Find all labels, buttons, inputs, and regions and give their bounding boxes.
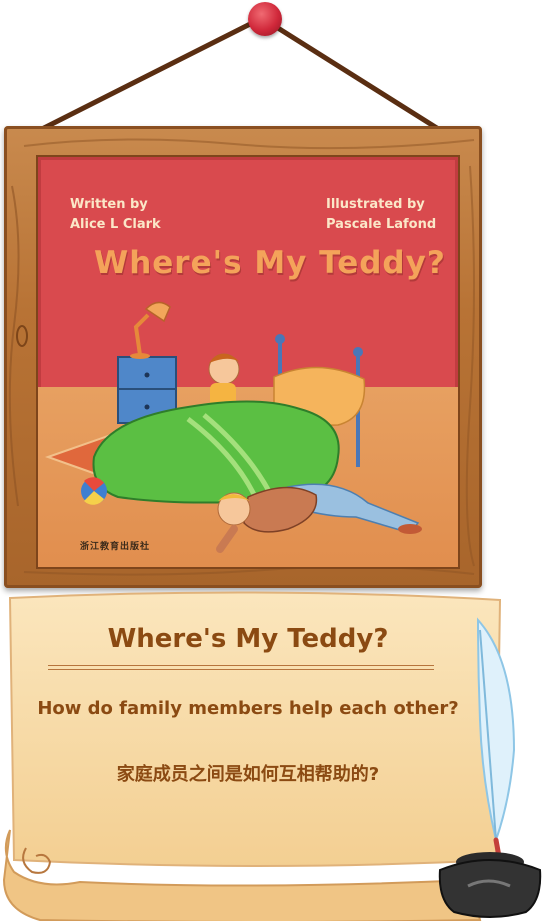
book-cover[interactable]: Written by Alice L Clark Illustrated by … [38,157,458,567]
written-by-label: Written by [70,197,148,212]
cover-title: Where's My Teddy? [94,245,446,281]
author-name: Alice L Clark [70,217,161,232]
illustrator-credit: Illustrated by Pascale Lafond [326,195,436,235]
illustrated-by-label: Illustrated by [326,197,425,212]
illustrator-name: Pascale Lafond [326,217,437,232]
divider [48,665,434,670]
author-credit: Written by Alice L Clark [70,195,161,235]
pushpin-icon [248,2,282,36]
quill-inkwell-icon [438,617,542,918]
publisher-logo-text: 浙江教育出版社 [80,541,151,551]
